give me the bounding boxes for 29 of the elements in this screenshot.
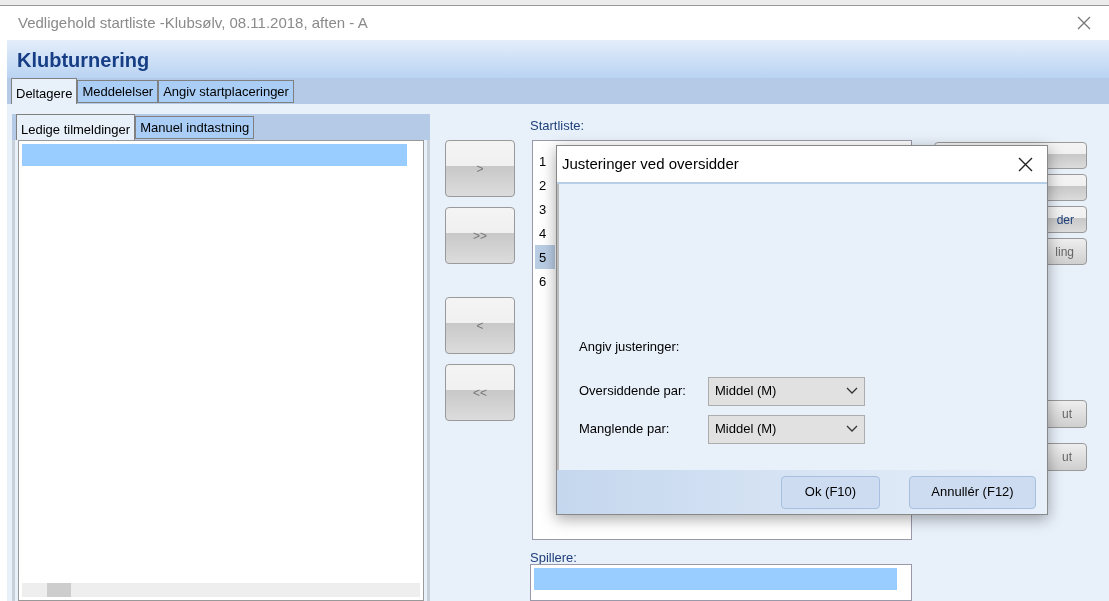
startlist-number[interactable]: 5 <box>535 245 555 269</box>
startlist-number[interactable]: 4 <box>535 221 555 245</box>
dropdown[interactable]: Middel (M) <box>708 376 865 406</box>
players-row[interactable] <box>534 568 897 590</box>
window-title: Vedligehold startliste -Klubsølv, 08.11.2018, aften - A <box>18 12 368 33</box>
header-bar: Klubturnering <box>7 40 1109 78</box>
players-label: Spillere: <box>530 549 578 564</box>
field-label: Oversiddende par: <box>579 382 687 401</box>
dropdown[interactable]: Middel (M) <box>708 414 865 444</box>
tab[interactable]: Meddelelser <box>77 80 159 103</box>
tab[interactable]: Ledige tilmeldinger <box>16 114 136 140</box>
startlist-label: Startliste: <box>530 117 586 135</box>
prompt-text: Angiv justeringer: <box>579 338 681 356</box>
tab[interactable]: Deltagere <box>11 78 78 104</box>
startlist-number[interactable]: 6 <box>535 269 555 293</box>
dialog-button[interactable]: Annullér (F12) <box>909 475 1036 509</box>
tab[interactable]: Manuel indtastning <box>135 116 255 139</box>
dialog-title: Justeringer ved oversidder <box>562 153 739 174</box>
startlist-number[interactable]: 2 <box>535 173 555 197</box>
startlist-number[interactable]: 3 <box>535 197 555 221</box>
horizontal-scrollbar[interactable] <box>22 583 420 597</box>
chevron-down-icon <box>846 425 858 433</box>
dialog-button[interactable]: Ok (F10) <box>781 475 880 509</box>
tab[interactable]: Angiv startplaceringer <box>158 80 294 103</box>
field-label: Manglende par: <box>579 420 671 439</box>
list-row[interactable] <box>22 144 407 166</box>
chevron-down-icon <box>846 387 858 395</box>
close-icon[interactable] <box>1018 156 1033 172</box>
startlist-number[interactable]: 1 <box>535 149 555 173</box>
